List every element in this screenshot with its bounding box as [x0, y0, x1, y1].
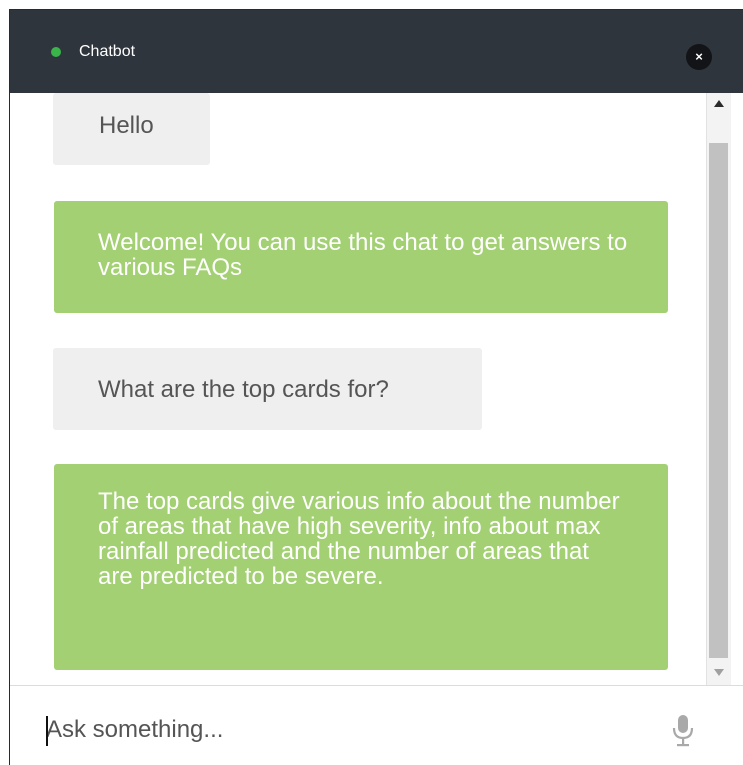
- scroll-up-arrow-icon[interactable]: [714, 100, 724, 107]
- message-list[interactable]: Hello Welcome! You can use this chat to …: [10, 93, 706, 685]
- chat-input[interactable]: [46, 712, 646, 748]
- user-message-question: What are the top cards for?: [53, 348, 482, 430]
- chat-title: Chatbot: [79, 43, 136, 60]
- text-caret: [46, 716, 48, 746]
- online-status-icon: [51, 47, 61, 57]
- scroll-down-arrow-icon[interactable]: [714, 669, 724, 676]
- chat-input-bar: [10, 685, 743, 765]
- message-scrollbar[interactable]: [706, 93, 731, 685]
- bot-message-answer: The top cards give various info about th…: [54, 464, 668, 670]
- bot-message-welcome: Welcome! You can use this chat to get an…: [54, 201, 668, 313]
- chat-header: Chatbot ×: [10, 10, 743, 93]
- chatbot-window: Chatbot × Hello Welcome! You can use thi…: [9, 9, 743, 765]
- user-message-hello: Hello: [53, 93, 210, 165]
- scroll-thumb[interactable]: [709, 143, 728, 658]
- microphone-icon[interactable]: [670, 713, 696, 749]
- close-button[interactable]: ×: [686, 44, 712, 70]
